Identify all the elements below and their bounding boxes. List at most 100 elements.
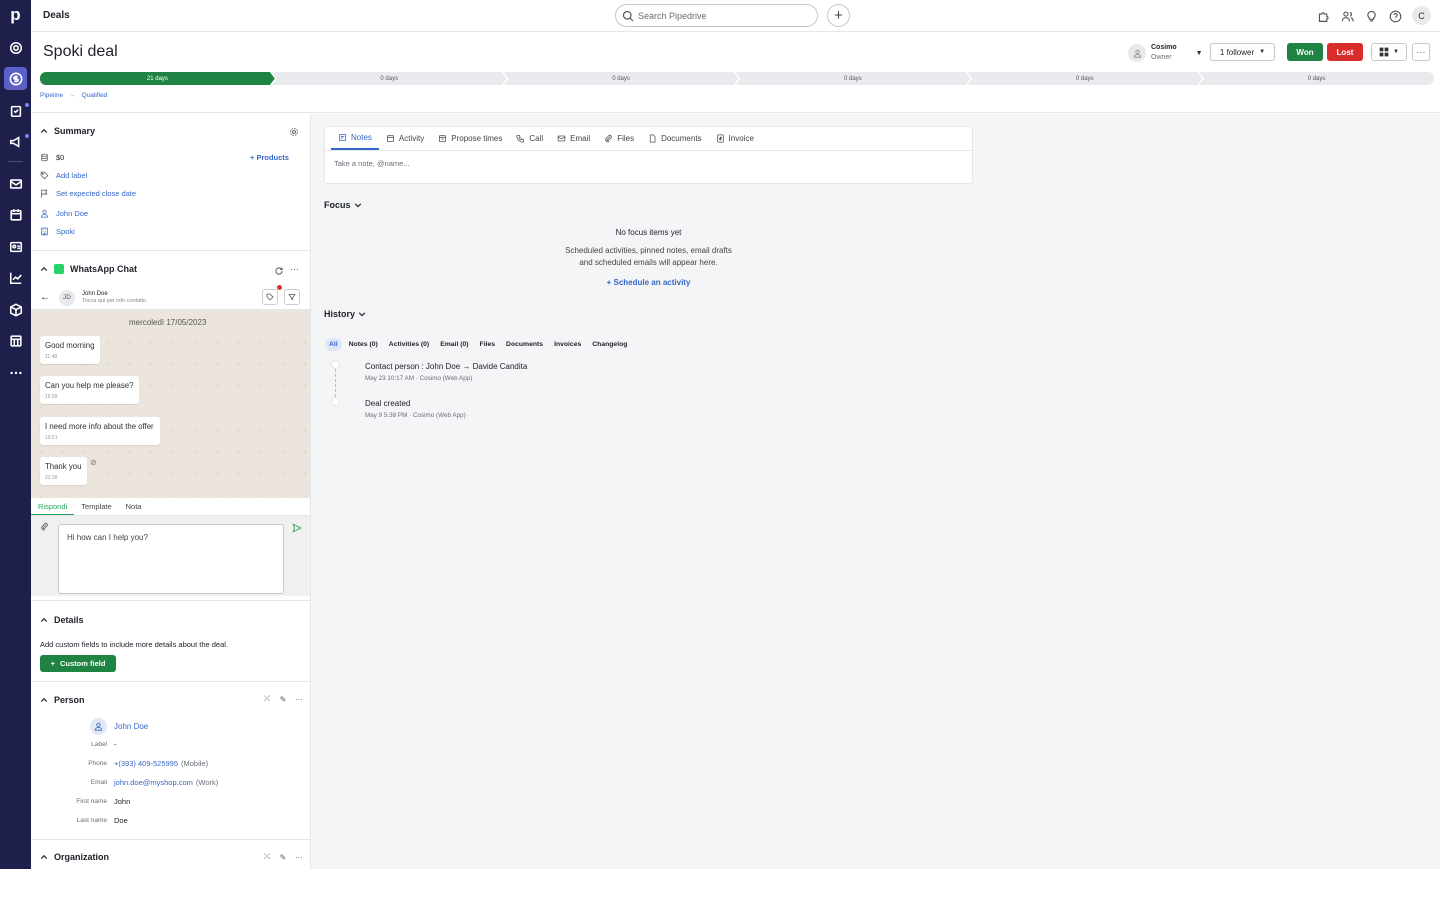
history-tab-email[interactable]: Email (0) [436,338,472,351]
custom-field-button[interactable]: + Custom field [40,655,116,672]
person-avatar [90,718,107,735]
tab-notes[interactable]: Notes [331,127,379,150]
collapse-icon[interactable]: ⤫ [261,693,273,705]
owner-selector[interactable]: Cosimo Owner ▼ [1128,43,1203,63]
refresh-icon[interactable] [274,265,284,279]
mail-icon[interactable] [4,172,27,195]
tab-nota[interactable]: Nota [119,498,149,515]
tab-call[interactable]: Call [509,127,550,150]
details-header[interactable]: Details [40,615,84,625]
help-icon[interactable] [1387,8,1403,24]
caret-down-icon: ▼ [1393,49,1399,55]
history-tab-invoices[interactable]: Invoices [550,338,585,351]
person-link[interactable]: John Doe [56,209,88,218]
search-box[interactable] [615,4,818,27]
tag-button[interactable] [262,289,278,305]
focus-header[interactable]: Focus [324,200,362,210]
edit-icon[interactable]: ✎ [277,693,289,705]
pipeline-stage[interactable]: 0 days [1199,72,1434,85]
tab-email[interactable]: Email [550,127,597,150]
last-name-value[interactable]: Doe [114,816,128,825]
more-icon[interactable]: ··· [290,264,299,274]
chart-icon[interactable] [4,266,27,289]
dollar-icon[interactable] [4,67,27,90]
schedule-activity-link[interactable]: + Schedule an activity [324,278,973,287]
puzzle-icon[interactable] [1315,8,1331,24]
tab-template[interactable]: Template [74,498,118,515]
more-actions-button[interactable]: ··· [1412,43,1430,61]
people-icon[interactable] [1339,8,1355,24]
breadcrumb-stage[interactable]: Qualified [82,92,108,99]
lost-button[interactable]: Lost [1327,43,1363,61]
deal-title[interactable]: Spoki deal [43,43,118,61]
email-link[interactable]: john.doe@myshop.com [114,778,193,787]
reply-textarea[interactable]: Hi how can I help you? [58,524,284,594]
view-switcher-button[interactable]: ▼ [1371,43,1407,61]
pipeline-stage[interactable]: 0 days [504,72,739,85]
history-tab-notes[interactable]: Notes (0) [345,338,382,351]
history-tab-activities[interactable]: Activities (0) [385,338,433,351]
history-item[interactable]: Deal created May 9 5:38 PM · Cosimo (Web… [365,399,466,419]
megaphone-icon[interactable] [4,130,29,153]
close-date-link[interactable]: Set expected close date [56,189,136,198]
summary-header[interactable]: Summary [40,126,95,136]
settings-gear-icon[interactable] [289,126,299,140]
calendar-icon[interactable] [4,203,27,226]
collapse-icon[interactable]: ⤫ [261,851,273,863]
tab-invoice[interactable]: Invoice [709,127,761,150]
store-icon[interactable] [4,329,27,352]
phone-link[interactable]: +(393) 409-525995 [114,759,178,768]
tab-files[interactable]: Files [597,127,641,150]
whatsapp-header[interactable]: WhatsApp Chat [40,264,137,274]
chevron-down-icon: ▼ [1195,49,1203,57]
calendar-icon [386,135,394,142]
more-icon[interactable] [4,361,27,384]
history-tab-all[interactable]: All [325,338,342,351]
won-button[interactable]: Won [1287,43,1323,61]
person-header[interactable]: Person [40,695,85,705]
history-tab-documents[interactable]: Documents [502,338,547,351]
pipeline-stage[interactable]: 0 days [735,72,970,85]
message-text: Can you help me please? [45,381,134,390]
more-icon[interactable]: ··· [293,693,305,705]
breadcrumb-pipeline[interactable]: Pipeline [40,92,63,99]
more-icon[interactable]: ··· [293,851,305,863]
contact-info[interactable]: John Doe Tocca qui per info contatto [82,291,146,305]
eye-off-icon[interactable]: ⊘ [90,458,97,467]
tab-rispondi[interactable]: Rispondi [31,498,75,515]
filter-button[interactable] [284,289,300,305]
pipeline-stage[interactable]: 0 days [967,72,1202,85]
edit-icon[interactable]: ✎ [277,851,289,863]
user-avatar[interactable]: C [1412,6,1431,25]
clipboard-icon[interactable] [4,99,29,122]
send-icon[interactable] [292,522,302,536]
add-label-link[interactable]: Add label [56,171,87,180]
note-input[interactable]: Take a note, @name... [325,151,972,176]
box-icon[interactable] [4,298,27,321]
target-icon[interactable] [4,36,27,59]
contacts-icon[interactable] [4,235,27,258]
quick-add-button[interactable]: + [827,4,850,27]
tab-activity[interactable]: Activity [379,127,431,150]
history-item[interactable]: Contact person : John Doe → Davide Candi… [365,362,527,382]
tab-documents[interactable]: Documents [641,127,708,150]
history-tab-files[interactable]: Files [476,338,500,351]
back-arrow-icon[interactable]: ← [40,292,50,303]
org-link[interactable]: Spoki [56,227,75,236]
pipedrive-logo[interactable]: p [4,3,27,27]
pipeline-stage[interactable]: 0 days [272,72,507,85]
history-header[interactable]: History [324,309,366,319]
history-tab-changelog[interactable]: Changelog [588,338,631,351]
organization-header[interactable]: Organization [40,852,109,862]
attach-icon[interactable] [40,522,49,533]
person-name-link[interactable]: John Doe [114,722,148,731]
deal-value[interactable]: $0 [56,153,64,162]
tab-propose-times[interactable]: Propose times [431,127,509,150]
follower-button[interactable]: 1 follower ▼ [1210,43,1275,61]
first-name-value[interactable]: John [114,797,130,806]
pipeline-stage[interactable]: 21 days [40,72,275,85]
products-link[interactable]: + Products [250,153,289,162]
lightbulb-icon[interactable] [1363,8,1379,24]
search-input[interactable] [638,10,808,21]
label-value[interactable]: - [114,740,117,749]
